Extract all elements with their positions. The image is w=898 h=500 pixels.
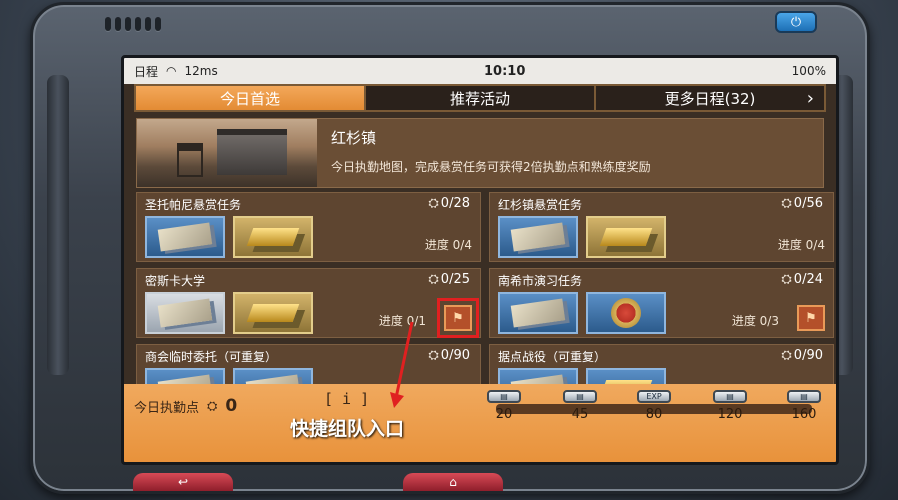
duty-point-icon: ⛭ xyxy=(428,272,439,287)
speaker-grille xyxy=(105,17,161,31)
chest-icon: ▤ xyxy=(787,390,821,403)
milestone-chest[interactable]: ▤ 160 xyxy=(786,390,822,422)
milestone-chest[interactable]: ▤ 20 xyxy=(486,390,522,422)
home-icon[interactable]: ⌂ xyxy=(403,473,503,491)
duty-point-icon: ⛭ xyxy=(781,272,792,287)
annotation-arrow xyxy=(390,321,414,408)
clock: 10:10 xyxy=(484,63,526,79)
chevron-right-icon: › xyxy=(806,87,814,109)
duty-point-icon: ⛭ xyxy=(428,196,439,211)
task-count: 0/90 xyxy=(440,348,470,363)
task-count: 0/56 xyxy=(793,196,823,211)
device-grip-left xyxy=(47,75,69,375)
task-progress: 进度 0/4 xyxy=(424,238,472,252)
milestone-chest[interactable]: EXP 80 xyxy=(636,390,672,422)
map-thumbnail xyxy=(137,119,317,187)
task-progress: 进度 0/4 xyxy=(777,238,825,252)
task-card[interactable]: 红杉镇悬赏任务 ⛭ 0/56 进度 0/4 xyxy=(489,192,834,262)
tab-today-picks[interactable]: 今日首选 xyxy=(136,86,366,110)
quick-team-icon[interactable]: ⚑ xyxy=(437,298,479,338)
task-title: 圣托帕尼悬赏任务 xyxy=(145,198,242,212)
milestone-value: 80 xyxy=(645,407,663,422)
milestone-chest[interactable]: ▤ 120 xyxy=(712,390,748,422)
task-title: 密斯卡大学 xyxy=(145,274,206,288)
task-count: 0/24 xyxy=(793,272,823,287)
milestone-value: 160 xyxy=(791,407,817,422)
status-bar: 日程 ◠ 12ms 10:10 100% xyxy=(124,58,836,84)
duty-points-value: 0 xyxy=(225,396,238,416)
task-title: 据点战役（可重复） xyxy=(498,350,607,364)
task-card[interactable]: 南希市演习任务 ⛭ 0/24 进度 0/3 ⚑ xyxy=(489,268,834,338)
milestone-chest[interactable]: ▤ 45 xyxy=(562,390,598,422)
task-title: 商会临时委托（可重复） xyxy=(145,350,278,364)
calendar-label: 日程 xyxy=(134,64,159,79)
map-description: 今日执勤地图，完成悬赏任务可获得2倍执勤点和熟练度奖励 xyxy=(331,160,651,174)
reward-ticket[interactable] xyxy=(498,216,578,258)
ping-value: 12ms xyxy=(184,64,218,78)
map-banner[interactable]: 红杉镇 今日执勤地图，完成悬赏任务可获得2倍执勤点和熟练度奖励 xyxy=(136,118,824,188)
task-title: 南希市演习任务 xyxy=(498,274,583,288)
device-screen: 日程 ◠ 12ms 10:10 100% 今日首选 推荐活动 更多日程(32) ›… xyxy=(121,55,839,465)
duty-points-label: 今日执勤点 xyxy=(134,400,200,416)
reward-goldbar[interactable] xyxy=(233,216,313,258)
tab-more-schedule[interactable]: 更多日程(32) › xyxy=(596,86,824,110)
reward-goldbar[interactable] xyxy=(586,216,666,258)
duty-point-icon: ⛭ xyxy=(781,196,792,211)
chest-icon: ▤ xyxy=(563,390,597,403)
task-progress: 进度 0/3 xyxy=(731,314,779,328)
milestone-value: 20 xyxy=(495,407,513,422)
back-arrow-icon[interactable]: ↩ xyxy=(133,473,233,491)
annotation-label: 快捷组队入口 xyxy=(290,418,405,440)
map-title: 红杉镇 xyxy=(331,129,377,147)
quick-team-icon[interactable]: ⚑ xyxy=(797,305,825,331)
milestone-value: 120 xyxy=(717,407,743,422)
power-icon[interactable]: ⏻ xyxy=(775,11,817,33)
task-count: 0/90 xyxy=(793,348,823,363)
chest-icon: ▤ xyxy=(487,390,521,403)
info-icon[interactable]: [ i ] xyxy=(324,390,369,408)
wifi-icon: ◠ xyxy=(166,64,177,78)
chest-icon: ▤ xyxy=(713,390,747,403)
battery-level: 100% xyxy=(791,64,826,78)
reward-goldbar[interactable] xyxy=(233,292,313,334)
milestone-value: 45 xyxy=(571,407,589,422)
reward-letter[interactable] xyxy=(145,292,225,334)
reward-badge[interactable] xyxy=(586,292,666,334)
task-card[interactable]: 圣托帕尼悬赏任务 ⛭ 0/28 进度 0/4 xyxy=(136,192,481,262)
task-count: 0/28 xyxy=(440,196,470,211)
task-title: 红杉镇悬赏任务 xyxy=(498,198,583,212)
task-card[interactable]: 密斯卡大学 ⛭ 0/25 进度 0/1 ⚑ xyxy=(136,268,481,338)
duty-point-icon: ⛭ xyxy=(207,398,218,414)
tab-bar: 今日首选 推荐活动 更多日程(32) › xyxy=(134,84,826,112)
task-grid: 圣托帕尼悬赏任务 ⛭ 0/28 进度 0/4 红杉镇悬赏任务 ⛭ 0/56 进度 0… xyxy=(136,192,834,414)
device-frame: ⏻ 日程 ◠ 12ms 10:10 100% 今日首选 推荐活动 更多日程(32… xyxy=(30,2,870,494)
footer-bar: 今日执勤点 ⛭ 0 [ i ] ▤ 20 ▤ 45 EXP 80 ▤ 120 ▤… xyxy=(124,384,836,462)
duty-point-icon: ⛭ xyxy=(781,348,792,363)
task-count: 0/25 xyxy=(440,272,470,287)
reward-ticket[interactable] xyxy=(498,292,578,334)
tab-recommended[interactable]: 推荐活动 xyxy=(366,86,596,110)
duty-point-icon: ⛭ xyxy=(428,348,439,363)
reward-ticket[interactable] xyxy=(145,216,225,258)
exp-chest-icon: EXP xyxy=(637,390,671,403)
